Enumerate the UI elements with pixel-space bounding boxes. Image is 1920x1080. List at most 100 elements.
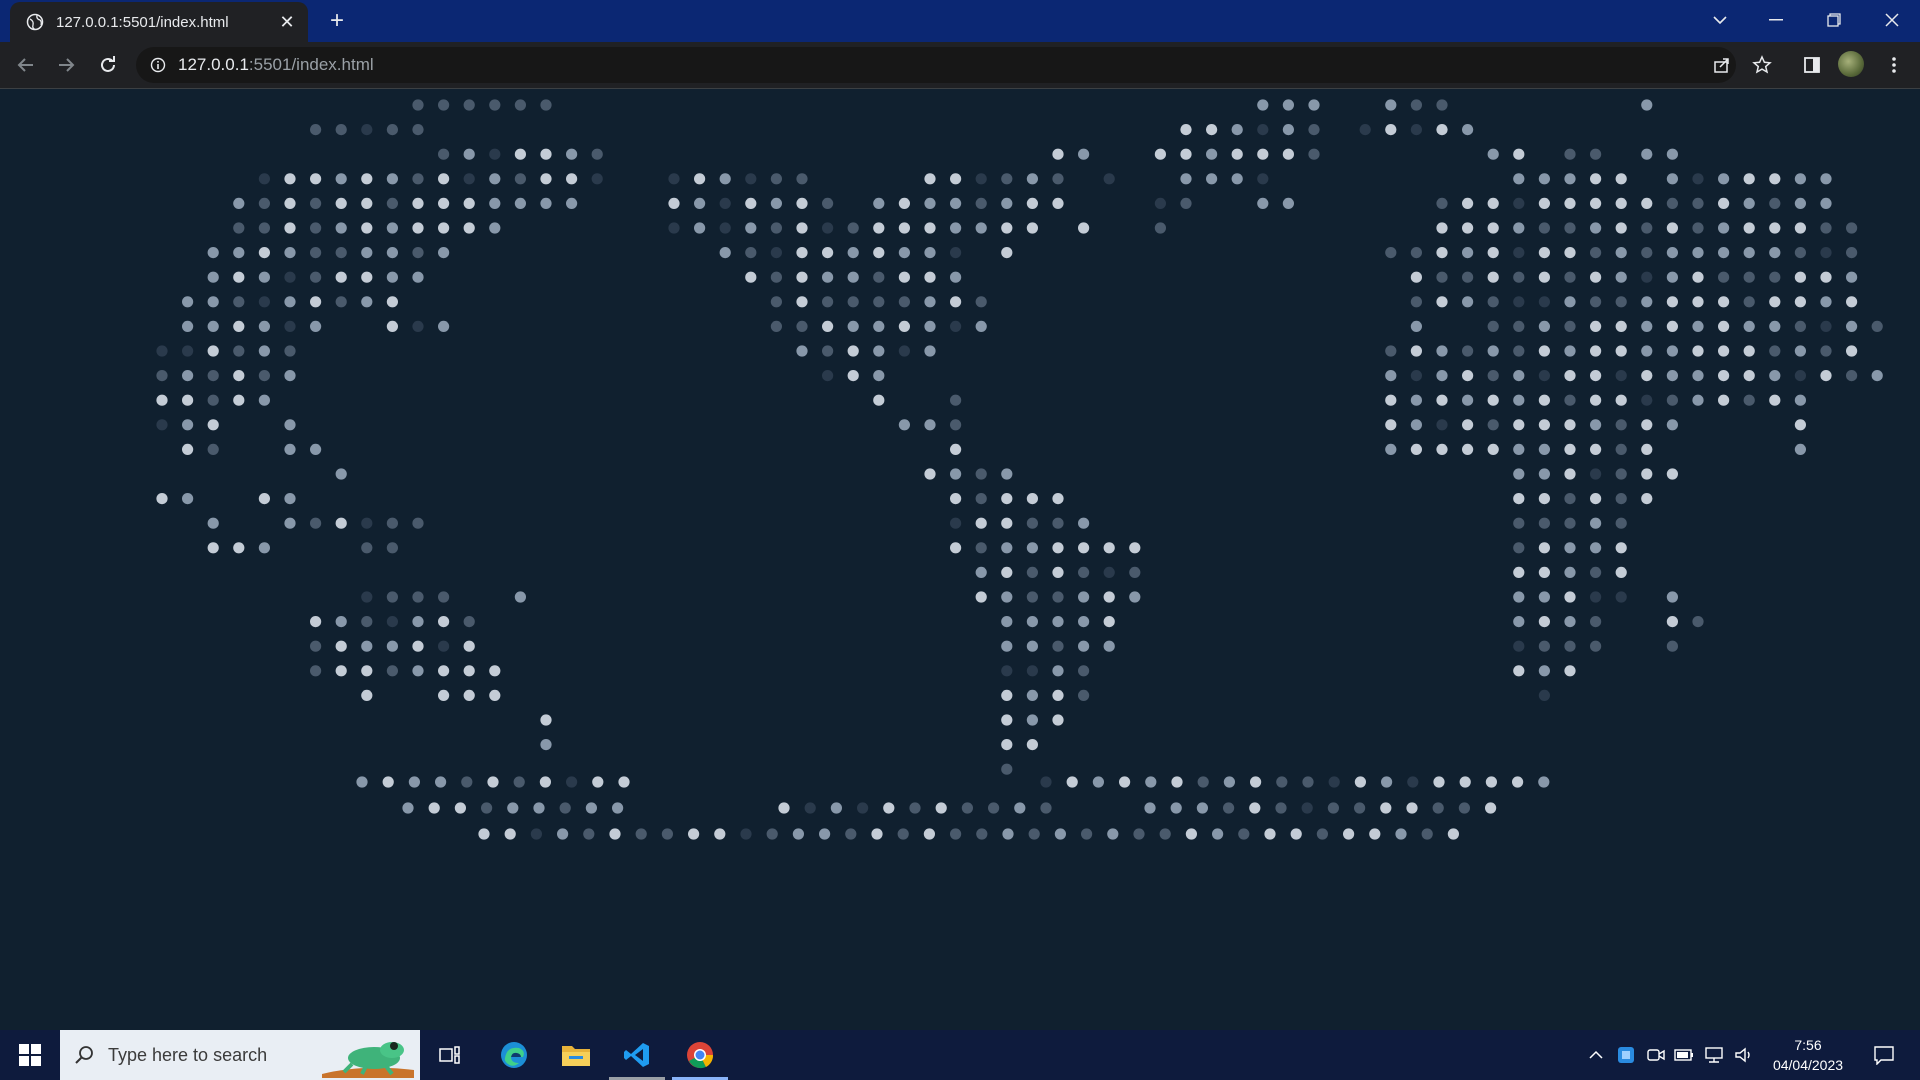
map-dot <box>463 148 475 160</box>
map-dot <box>1249 802 1261 814</box>
map-dot <box>1820 296 1832 308</box>
system-clock[interactable]: 7:56 04/04/2023 <box>1758 1030 1858 1080</box>
close-window-button[interactable] <box>1864 0 1920 40</box>
map-dot <box>1001 640 1013 652</box>
map-dot <box>463 640 475 652</box>
vscode-icon[interactable] <box>607 1030 667 1080</box>
new-tab-button[interactable]: + <box>322 6 352 36</box>
browser-title-bar: 127.0.0.1:5501/index.html ✕ + <box>0 0 1920 42</box>
map-dot <box>1538 542 1550 554</box>
map-dot <box>1794 247 1806 259</box>
map-dot <box>1590 247 1602 259</box>
map-dot <box>1275 802 1287 814</box>
map-dot <box>361 197 373 209</box>
back-button[interactable] <box>12 51 40 79</box>
forward-button[interactable] <box>52 51 80 79</box>
map-dot <box>1052 640 1064 652</box>
map-dot <box>233 222 245 234</box>
map-dot <box>1410 345 1422 357</box>
map-dot <box>1743 370 1755 382</box>
map-dot <box>1666 419 1678 431</box>
map-dot <box>1718 197 1730 209</box>
map-dot <box>1666 591 1678 603</box>
bookmark-star-icon[interactable] <box>1746 49 1778 81</box>
map-dot <box>924 271 936 283</box>
map-dot <box>1769 296 1781 308</box>
map-dot <box>402 802 414 814</box>
chevron-up-icon[interactable] <box>1584 1030 1608 1080</box>
map-dot <box>1385 124 1397 136</box>
close-tab-icon[interactable]: ✕ <box>274 9 300 35</box>
map-dot <box>1718 271 1730 283</box>
volume-icon[interactable] <box>1732 1030 1756 1080</box>
notification-icon[interactable] <box>1864 1030 1904 1080</box>
map-dot <box>156 493 168 505</box>
battery-icon[interactable] <box>1672 1030 1696 1080</box>
share-icon[interactable] <box>1706 49 1738 81</box>
map-dot <box>1290 828 1302 840</box>
map-dot <box>461 776 473 788</box>
map-dot <box>1026 197 1038 209</box>
map-dot <box>1743 197 1755 209</box>
map-dot <box>1513 148 1525 160</box>
map-dot <box>1487 443 1499 455</box>
map-dot <box>489 665 501 677</box>
map-dot <box>1590 542 1602 554</box>
file-explorer-icon[interactable] <box>546 1030 606 1080</box>
browser-tab[interactable]: 127.0.0.1:5501/index.html ✕ <box>10 2 308 42</box>
map-dot <box>530 828 543 840</box>
map-dot <box>1180 173 1192 185</box>
taskbar-search-box[interactable]: Type here to search <box>60 1030 420 1080</box>
start-button[interactable] <box>8 1030 52 1080</box>
map-dot <box>975 197 987 209</box>
restore-button[interactable] <box>1806 0 1862 40</box>
address-bar[interactable]: 127.0.0.1:5501/index.html <box>136 47 1736 83</box>
tray-app-icon[interactable] <box>1614 1030 1638 1080</box>
tab-search-icon[interactable] <box>1692 0 1748 40</box>
map-dot <box>438 247 450 259</box>
map-dot <box>412 247 424 259</box>
map-dot <box>745 173 757 185</box>
map-dot <box>778 802 790 814</box>
map-dot <box>1641 493 1653 505</box>
map-dot <box>1615 443 1627 455</box>
profile-avatar[interactable] <box>1838 51 1864 77</box>
map-dot <box>1769 345 1781 357</box>
map-dot <box>1462 271 1474 283</box>
map-dot <box>1538 493 1550 505</box>
map-dot <box>258 542 270 554</box>
map-dot <box>1666 370 1678 382</box>
map-dot <box>1052 173 1064 185</box>
map-dot <box>1538 616 1550 628</box>
map-dot <box>182 394 194 406</box>
task-view-icon[interactable] <box>420 1030 480 1080</box>
reload-button[interactable] <box>94 51 122 79</box>
map-dot <box>1066 776 1078 788</box>
map-dot <box>1436 124 1448 136</box>
map-dot <box>740 828 752 840</box>
minimize-button[interactable] <box>1748 0 1804 40</box>
map-dot <box>1316 828 1328 840</box>
globe-icon <box>26 13 44 31</box>
menu-kebab-icon[interactable] <box>1878 49 1910 81</box>
map-dot <box>770 173 783 185</box>
map-dot <box>1459 776 1471 788</box>
windows-taskbar: Type here to search 7:56 04/04/2023 <box>0 1030 1920 1080</box>
side-panel-icon[interactable] <box>1796 49 1828 81</box>
edge-browser-icon[interactable] <box>484 1030 544 1080</box>
info-icon[interactable] <box>150 57 166 73</box>
map-dot <box>847 271 859 283</box>
map-dot <box>284 345 296 357</box>
map-dot <box>284 370 296 382</box>
map-dot <box>898 197 911 209</box>
chrome-icon[interactable] <box>670 1030 730 1080</box>
map-dot <box>1666 394 1678 406</box>
meet-now-icon[interactable] <box>1644 1030 1668 1080</box>
map-dot <box>514 148 527 160</box>
map-dot <box>361 616 373 628</box>
map-dot <box>1436 394 1448 406</box>
network-icon[interactable] <box>1702 1030 1726 1080</box>
map-dot <box>1026 665 1038 677</box>
map-dot <box>1794 394 1806 406</box>
map-dot <box>182 419 194 431</box>
